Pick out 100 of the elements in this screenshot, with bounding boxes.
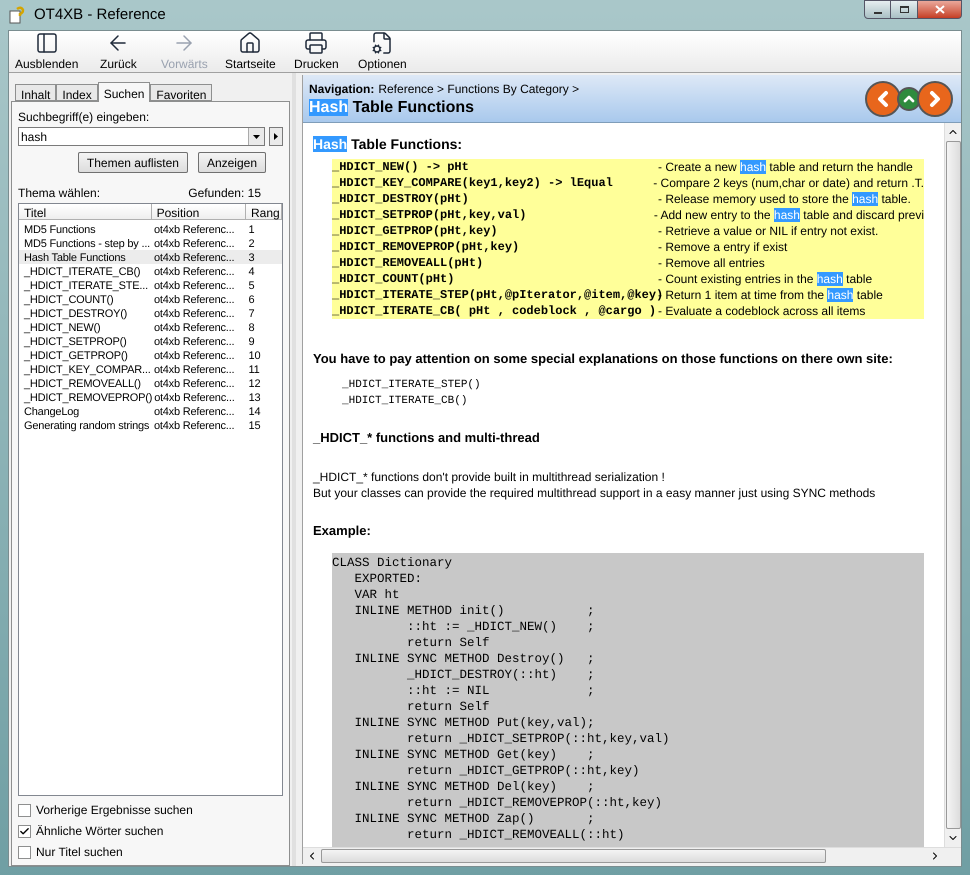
- section-heading: Hash Table Functions:: [313, 135, 464, 154]
- table-cell: 1: [248, 224, 254, 236]
- table-cell: ot4xb Referenc...: [154, 420, 234, 432]
- table-cell: 2: [248, 238, 254, 250]
- close-button[interactable]: [918, 0, 962, 19]
- function-signature: _HDICT_NEW() -> pHt: [332, 159, 470, 176]
- table-cell: ot4xb Referenc...: [154, 406, 234, 418]
- function-signature: _HDICT_GETPROP(pHt,key): [332, 223, 499, 240]
- result-row[interactable]: _HDICT_ITERATE_CB() ot4xb Referenc... 4: [19, 264, 282, 278]
- table-cell: 4: [248, 266, 254, 278]
- code-line: INLINE SYNC METHOD Put(key,val);: [354, 714, 596, 730]
- table-cell: ot4xb Referenc...: [154, 364, 234, 376]
- checkbox[interactable]: [18, 804, 31, 816]
- result-row[interactable]: _HDICT_KEY_COMPAR... ot4xb Referenc... 11: [19, 362, 282, 376]
- tab[interactable]: Index: [56, 84, 98, 101]
- code-line: VAR ht: [354, 586, 401, 602]
- result-row[interactable]: Hash Table Functions ot4xb Referenc... 3: [19, 250, 282, 264]
- table-cell: ChangeLog: [24, 406, 80, 418]
- table-cell: 7: [248, 308, 254, 320]
- horizontal-scrollbar[interactable]: [303, 847, 961, 864]
- go-button[interactable]: [269, 127, 283, 146]
- table-cell: _HDICT_ITERATE_CB(): [24, 266, 140, 278]
- window-title: OT4XB - Reference: [34, 4, 166, 25]
- function-link[interactable]: _HDICT_ITERATE_CB(): [342, 392, 934, 408]
- code-line: INLINE SYNC METHOD Destroy() ;: [354, 650, 596, 666]
- tab[interactable]: Favoriten: [150, 84, 212, 101]
- column-header[interactable]: Rang: [246, 204, 282, 220]
- code-line: return Self: [406, 698, 491, 714]
- result-row[interactable]: MD5 Functions - step by ... ot4xb Referenc... 2: [19, 236, 282, 250]
- code-line: ::ht := _HDICT_NEW() ;: [406, 618, 596, 634]
- table-cell: 15: [248, 420, 260, 432]
- column-header[interactable]: Position: [152, 204, 246, 220]
- vertical-scrollbar[interactable]: [944, 123, 961, 847]
- toolbar-button[interactable]: Ausblenden: [13, 30, 80, 72]
- function-description: - Add new entry to the hash table and discard previ: [654, 207, 924, 224]
- function-signature: _HDICT_DESTROY(pHt): [332, 191, 470, 208]
- previous-button[interactable]: [865, 80, 901, 116]
- table-cell: 3: [248, 252, 254, 264]
- tab[interactable]: Suchen: [98, 82, 150, 102]
- result-row[interactable]: _HDICT_DESTROY() ot4xb Referenc... 7: [19, 306, 282, 320]
- table-cell: ot4xb Referenc...: [154, 280, 234, 292]
- result-row[interactable]: _HDICT_NEW() ot4xb Referenc... 8: [19, 320, 282, 334]
- function-link[interactable]: _HDICT_ITERATE_STEP(): [342, 376, 934, 392]
- code-line: return Self: [406, 634, 491, 650]
- toolbar-button[interactable]: Optionen: [354, 30, 410, 72]
- dropdown-button[interactable]: [248, 128, 264, 145]
- example-heading: Example:: [313, 522, 372, 540]
- result-row[interactable]: Generating random strings ot4xb Referenc... 15: [19, 418, 282, 432]
- result-row[interactable]: _HDICT_ITERATE_STE... ot4xb Referenc... 5: [19, 278, 282, 292]
- toolbar-button[interactable]: Startseite: [222, 30, 278, 72]
- attention-text: You have to pay attention on some special explanations on those functions on there own site:: [313, 350, 894, 368]
- table-cell: ot4xb Referenc...: [154, 294, 234, 306]
- table-cell: _HDICT_COUNT(): [24, 294, 114, 306]
- function-description: - Remove a entry if exist: [658, 239, 788, 256]
- result-row[interactable]: _HDICT_REMOVEALL() ot4xb Referenc... 12: [19, 376, 282, 390]
- table-cell: _HDICT_NEW(): [24, 322, 100, 334]
- command-button[interactable]: Themen auflisten: [78, 152, 188, 173]
- close-icon: [934, 5, 944, 14]
- table-cell: ot4xb Referenc...: [154, 252, 234, 264]
- result-row[interactable]: _HDICT_REMOVEPROP() ot4xb Referenc... 13: [19, 390, 282, 404]
- minimize-button[interactable]: [864, 0, 891, 19]
- command-button[interactable]: Anzeigen: [198, 152, 266, 173]
- checkbox[interactable]: [18, 824, 31, 838]
- code-line: INLINE SYNC METHOD Get(key) ;: [354, 746, 596, 762]
- scroll-thumb[interactable]: [321, 849, 826, 863]
- function-description: - Count existing entries in the hash table: [658, 271, 872, 288]
- code-line: INLINE SYNC METHOD Zap() ;: [354, 810, 596, 826]
- maximize-button[interactable]: [891, 0, 918, 19]
- table-cell: _HDICT_REMOVEPROP(): [24, 392, 152, 404]
- result-row[interactable]: _HDICT_SETPROP() ot4xb Referenc... 9: [19, 334, 282, 348]
- scroll-thumb[interactable]: [946, 141, 960, 829]
- result-row[interactable]: _HDICT_COUNT() ot4xb Referenc... 6: [19, 292, 282, 306]
- top-button[interactable]: [897, 86, 921, 110]
- table-cell: MD5 Functions: [24, 224, 96, 236]
- toolbar-button[interactable]: Zurück: [90, 30, 146, 72]
- tab[interactable]: Inhalt: [15, 84, 56, 101]
- function-description: - Evaluate a codeblock across all items: [658, 303, 866, 320]
- table-cell: ot4xb Referenc...: [154, 308, 234, 320]
- table-cell: ot4xb Referenc...: [154, 392, 235, 404]
- checkbox[interactable]: [18, 846, 31, 858]
- paragraph-line: But your classes can provide the required multithread support in a easy manner just using SYNC methods: [313, 485, 876, 501]
- table-cell: ot4xb Referenc...: [154, 238, 234, 250]
- next-button[interactable]: [917, 80, 953, 116]
- code-line: return _HDICT_REMOVEPROP(::ht,key): [406, 794, 664, 810]
- paragraph-line: _HDICT_* functions don't provide built in multithread serialization !: [313, 469, 666, 485]
- breadcrumb: Reference > Functions By Category >: [378, 80, 580, 98]
- column-header[interactable]: Titel: [19, 204, 152, 220]
- result-row[interactable]: _HDICT_GETPROP() ot4xb Referenc... 10: [19, 348, 282, 362]
- result-row[interactable]: MD5 Functions ot4xb Referenc... 1: [19, 222, 282, 236]
- caret-right-icon: [274, 133, 278, 140]
- function-signature: _HDICT_SETPROP(pHt,key,val): [332, 207, 528, 224]
- table-cell: ot4xb Referenc...: [154, 378, 234, 390]
- table-cell: _HDICT_KEY_COMPAR...: [24, 364, 151, 376]
- table-cell: MD5 Functions - step by ...: [24, 238, 150, 250]
- code-line: ::ht := NIL ;: [406, 682, 596, 698]
- table-cell: 12: [248, 378, 260, 390]
- toolbar-button[interactable]: Drucken: [288, 30, 344, 72]
- topic-label: Thema wählen:: [18, 185, 100, 202]
- table-cell: 13: [248, 392, 260, 404]
- result-row[interactable]: ChangeLog ot4xb Referenc... 14: [19, 404, 282, 418]
